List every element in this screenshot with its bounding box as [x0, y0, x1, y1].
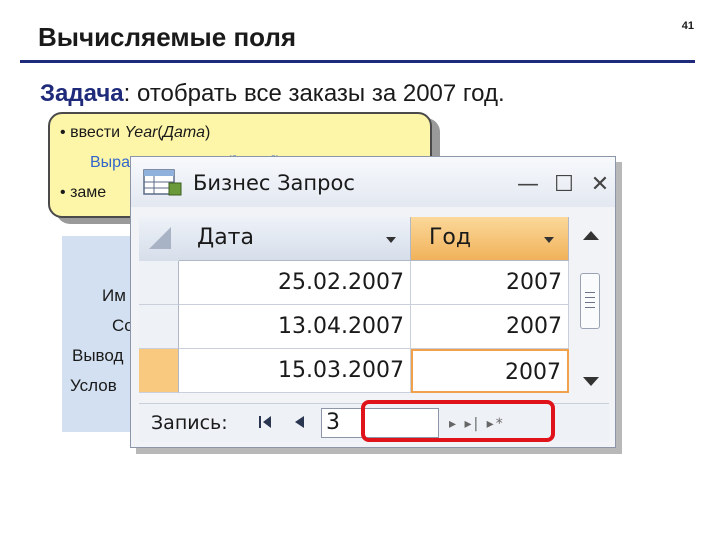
- cell-date[interactable]: 13.04.2007: [179, 305, 411, 349]
- cell-year-current[interactable]: 2007: [411, 349, 569, 393]
- select-all-corner[interactable]: [139, 217, 180, 262]
- previous-record-icon[interactable]: [291, 414, 307, 430]
- scroll-up-icon[interactable]: [583, 231, 599, 240]
- bullet-icon: •: [60, 124, 66, 141]
- note-line3-text: заме: [70, 184, 107, 201]
- cell-year[interactable]: 2007: [411, 305, 569, 349]
- note-line-1: • ввести Year(Дата): [60, 124, 210, 142]
- note-line1-func: Year: [124, 124, 158, 141]
- design-label-show: Вывод: [72, 346, 124, 365]
- title-rule: [20, 60, 695, 63]
- page-number: 41: [681, 20, 694, 32]
- column-header-date[interactable]: Дата: [179, 217, 411, 261]
- record-label: Запись:: [151, 412, 228, 434]
- dropdown-arrow-icon[interactable]: [544, 237, 554, 243]
- bullet-icon: •: [60, 184, 66, 201]
- window-titlebar[interactable]: Бизнес Запрос — ☐ ✕: [131, 157, 615, 207]
- task-label: Задача: [40, 80, 124, 107]
- scroll-thumb[interactable]: [580, 273, 600, 329]
- task-text: : отобрать все заказы за 2007 год.: [123, 80, 505, 107]
- scroll-down-icon[interactable]: [583, 377, 599, 386]
- first-record-icon[interactable]: [257, 414, 273, 430]
- note-line1-close: ): [204, 124, 211, 141]
- row-selector[interactable]: [139, 305, 179, 349]
- note-line-3: • заме: [60, 184, 106, 202]
- annotation-highlight-box: [361, 400, 555, 442]
- column-header-label: Дата: [197, 225, 254, 250]
- task-line: Задача: отобрать все заказы за 2007 год.: [40, 80, 505, 108]
- cell-date[interactable]: 15.03.2007: [179, 349, 411, 393]
- cell-year[interactable]: 2007: [411, 261, 569, 305]
- column-header-label: Год: [429, 225, 472, 250]
- query-app-icon: [143, 169, 182, 196]
- minimize-button[interactable]: —: [515, 171, 541, 197]
- design-label-name: Им: [102, 286, 126, 305]
- design-label-criteria: Услов: [70, 376, 117, 395]
- close-button[interactable]: ✕: [587, 171, 613, 197]
- window-title: Бизнес Запрос: [193, 171, 355, 195]
- column-header-year[interactable]: Год: [411, 217, 569, 261]
- note-line1-arg: Дата: [162, 124, 205, 141]
- row-selector[interactable]: [139, 261, 179, 305]
- row-selector-current[interactable]: [139, 349, 179, 393]
- select-all-icon: [149, 227, 171, 249]
- cell-date[interactable]: 25.02.2007: [179, 261, 411, 305]
- maximize-button[interactable]: ☐: [551, 171, 577, 197]
- slide-title: Вычисляемые поля: [38, 22, 297, 52]
- vertical-scrollbar[interactable]: [577, 217, 603, 401]
- dropdown-arrow-icon[interactable]: [386, 237, 396, 243]
- note-line1-prefix: ввести: [70, 124, 125, 141]
